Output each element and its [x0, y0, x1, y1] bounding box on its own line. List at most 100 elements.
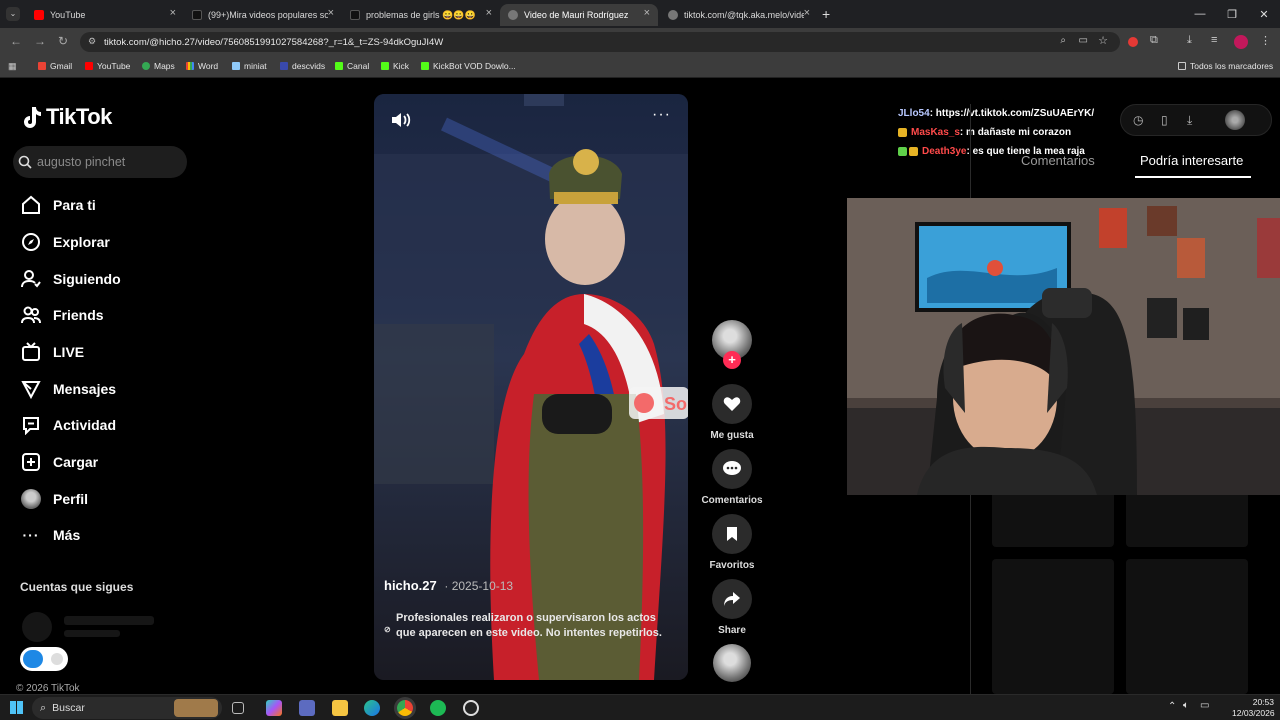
- follow-plus-icon[interactable]: +: [723, 351, 741, 369]
- recommended-tile[interactable]: [1126, 559, 1248, 694]
- close-tab-icon[interactable]: ×: [644, 7, 650, 19]
- clock-time: 20:53: [1252, 697, 1274, 707]
- tab-mauri-video[interactable]: Video de Mauri Rodríguez ×: [500, 4, 658, 26]
- phone-icon[interactable]: ▯: [1161, 113, 1168, 127]
- bookmark-gmail[interactable]: Gmail: [38, 61, 72, 71]
- recommended-tile[interactable]: [992, 495, 1114, 547]
- nav-explorar[interactable]: Explorar: [20, 231, 110, 253]
- reload-button[interactable]: ↻: [58, 34, 68, 48]
- account-avatar[interactable]: [1225, 110, 1245, 130]
- copilot-icon[interactable]: [266, 700, 282, 716]
- restore-button[interactable]: ❐: [1216, 0, 1248, 28]
- comments-button[interactable]: Comentarios: [700, 449, 764, 506]
- tiktok-sidebar: TikTok augusto pinchet Para ti Explorar …: [0, 80, 210, 694]
- close-tab-icon[interactable]: ×: [804, 7, 810, 19]
- video-player[interactable]: So ··· hicho.27 · 2025-10-13 ⊘ Profesion…: [374, 94, 688, 680]
- download-icon[interactable]: ⤓: [1187, 113, 1192, 128]
- zoom-icon[interactable]: ⌕: [1060, 35, 1066, 46]
- url-field[interactable]: ⚙ tiktok.com/@hicho.27/video/75608519910…: [80, 32, 1120, 52]
- clock-area[interactable]: 20:53 12/03/2026: [1232, 697, 1275, 719]
- obs-icon[interactable]: [463, 700, 479, 716]
- send-icon: [20, 378, 42, 400]
- windows-start-icon[interactable]: [10, 701, 23, 714]
- tab-podria-interesarte[interactable]: Podría interesarte: [1140, 153, 1243, 168]
- close-tab-icon[interactable]: ×: [486, 7, 492, 19]
- nav-mas[interactable]: ··· Más: [20, 524, 81, 546]
- bookmark-descvids[interactable]: descvids: [280, 61, 325, 71]
- toggle-off-icon: [51, 653, 63, 665]
- nav-actividad[interactable]: Actividad: [20, 414, 116, 436]
- task-view-icon[interactable]: [232, 702, 244, 714]
- tiktok-icon: [192, 10, 202, 20]
- network-icon[interactable]: ▭: [1200, 700, 1209, 711]
- tab-tiktok-popular[interactable]: (99+)Mira videos populares sob ×: [184, 4, 342, 26]
- nav-para-ti[interactable]: Para ti: [20, 194, 96, 216]
- nav-friends[interactable]: Friends: [20, 304, 104, 326]
- playlist-icon[interactable]: ≡: [1211, 34, 1217, 46]
- store-icon[interactable]: [299, 700, 315, 716]
- tab-tqk-melo[interactable]: tiktok.com/@tqk.aka.melo/vide ×: [660, 4, 818, 26]
- back-button[interactable]: ←: [10, 34, 22, 48]
- volume-icon[interactable]: [390, 110, 412, 135]
- bookmark-youtube[interactable]: YouTube: [85, 61, 130, 71]
- edge-icon[interactable]: [364, 700, 380, 716]
- minimize-button[interactable]: —: [1184, 0, 1216, 28]
- bookmark-canal[interactable]: Canal: [335, 61, 369, 71]
- creator-avatar[interactable]: +: [700, 320, 764, 369]
- maps-icon: [142, 62, 150, 70]
- nav-mensajes[interactable]: Mensajes: [20, 378, 116, 400]
- share-button[interactable]: Share: [700, 579, 764, 636]
- new-tab-button[interactable]: +: [822, 6, 830, 22]
- youtube-icon: [34, 10, 44, 20]
- tab-comentarios[interactable]: Comentarios: [1021, 153, 1095, 168]
- tray-chevron-icon[interactable]: ⌃: [1168, 701, 1176, 712]
- bookmark-word[interactable]: Word: [186, 61, 218, 71]
- sound-disc[interactable]: [700, 644, 764, 682]
- tiktok-logo[interactable]: TikTok: [20, 104, 112, 130]
- folder-icon: [1178, 62, 1186, 70]
- search-input[interactable]: augusto pinchet: [13, 146, 187, 178]
- nav-siguiendo[interactable]: Siguiendo: [20, 268, 121, 290]
- video-author[interactable]: hicho.27: [384, 578, 437, 593]
- more-options-icon[interactable]: ···: [652, 106, 671, 124]
- favorites-button[interactable]: Favoritos: [700, 514, 764, 571]
- speaker-icon[interactable]: 🔈︎: [1183, 700, 1189, 711]
- tab-youtube[interactable]: YouTube ×: [26, 4, 184, 26]
- chrome-icon[interactable]: [397, 700, 413, 716]
- menu-icon[interactable]: ⋮: [1260, 34, 1271, 47]
- bookmark-kickbot[interactable]: KickBot VOD Dowlo...: [421, 61, 516, 71]
- toggle-switch[interactable]: [20, 647, 68, 671]
- file-explorer-icon[interactable]: [332, 700, 348, 716]
- recommended-tile[interactable]: [992, 559, 1114, 694]
- badge-icon: [909, 147, 918, 156]
- close-tab-icon[interactable]: ×: [328, 7, 334, 19]
- recommended-tile[interactable]: [1126, 495, 1248, 547]
- bookmark-miniat[interactable]: miniat: [232, 61, 267, 71]
- record-icon[interactable]: [1128, 37, 1138, 47]
- site-info-icon[interactable]: ⚙: [88, 36, 96, 47]
- history-icon[interactable]: ◷: [1133, 113, 1143, 127]
- bookmark-kick[interactable]: Kick: [381, 61, 409, 71]
- globe-icon: [508, 10, 518, 20]
- tab-problemas[interactable]: problemas de girls 😀😀😀 ×: [342, 4, 500, 26]
- profile-avatar[interactable]: [1234, 35, 1248, 49]
- nav-live[interactable]: LIVE: [20, 341, 84, 363]
- cast-icon[interactable]: ▭: [1079, 35, 1088, 46]
- search-icon: [18, 155, 32, 169]
- forward-button[interactable]: →: [34, 34, 46, 48]
- apps-icon[interactable]: ▦: [8, 61, 17, 72]
- download-icon[interactable]: ⤓: [1187, 34, 1192, 47]
- windows-taskbar: ⌕ Buscar ⌃ 🔈︎ ▭ 20:53 12/03/2026: [0, 694, 1280, 720]
- extensions-icon[interactable]: ⧉: [1150, 34, 1158, 47]
- bookmark-maps[interactable]: Maps: [142, 61, 175, 71]
- bookmark-all[interactable]: Todos los marcadores: [1178, 61, 1273, 71]
- nav-perfil[interactable]: Perfil: [20, 488, 88, 510]
- nav-cargar[interactable]: Cargar: [20, 451, 98, 473]
- like-button[interactable]: Me gusta: [700, 384, 764, 441]
- close-tab-icon[interactable]: ×: [170, 7, 176, 19]
- tab-search-icon[interactable]: ⌄: [6, 7, 20, 21]
- taskbar-search[interactable]: ⌕ Buscar: [32, 697, 222, 719]
- spotify-icon[interactable]: [430, 700, 446, 716]
- close-window-button[interactable]: ✕: [1248, 0, 1280, 28]
- bookmark-star-icon[interactable]: ☆: [1098, 34, 1108, 47]
